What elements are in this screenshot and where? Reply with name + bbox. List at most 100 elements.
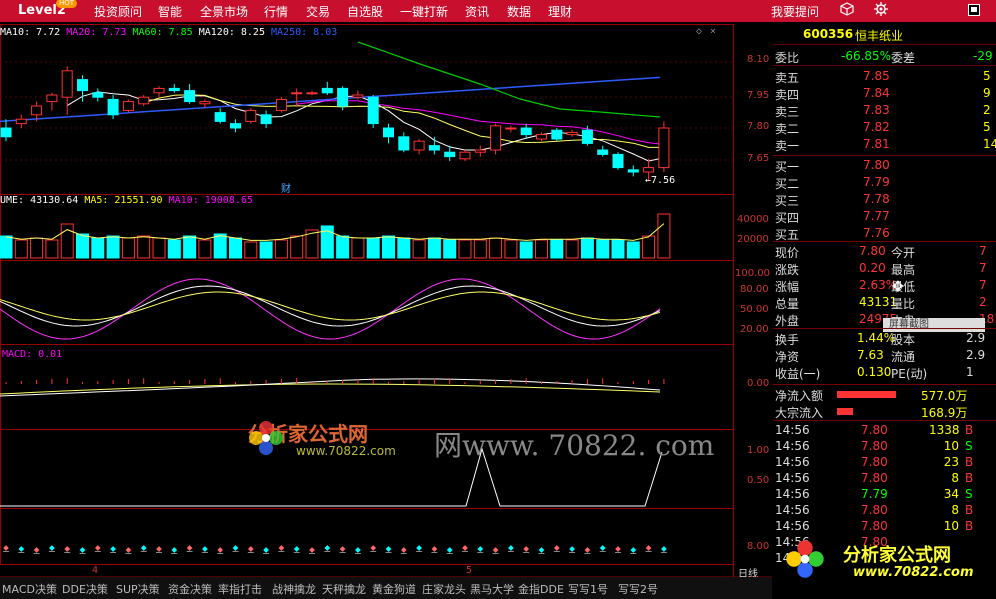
menu-item[interactable]: 智能	[158, 3, 182, 20]
candle-body	[291, 92, 303, 95]
fund-value: 1	[966, 365, 974, 379]
stat-label: 涨幅	[775, 280, 800, 294]
indicator-tab[interactable]: MACD决策	[2, 581, 57, 597]
indicator-tab[interactable]: 战神擒龙	[272, 581, 316, 597]
candle-body	[46, 94, 58, 103]
tick-row: 14:56 7.80 10 B	[773, 518, 996, 535]
kdj-tick: 100.00	[735, 268, 770, 279]
axis-month-label: 4	[92, 565, 99, 576]
signal-dot	[339, 546, 346, 552]
indicator-tab[interactable]: 天秤擒龙	[322, 581, 366, 597]
window-control-icon[interactable]	[968, 4, 980, 19]
candle-body	[321, 87, 333, 94]
volume-bar	[565, 239, 579, 259]
indicator-tab[interactable]: SUP决策	[116, 581, 160, 597]
signal-dash	[309, 553, 315, 554]
volume-bar	[183, 235, 197, 259]
candle-body	[153, 87, 165, 94]
menu-item[interactable]: 交易	[306, 3, 330, 20]
signal-dash	[569, 552, 576, 553]
indicator-tab[interactable]: 资金决策	[168, 581, 212, 597]
volume-bar	[91, 237, 105, 259]
signal-dot	[645, 545, 652, 551]
signal-dash	[584, 553, 591, 554]
menu-item[interactable]: 全景市场	[200, 3, 248, 20]
signal-dash	[431, 552, 438, 553]
cai-marker[interactable]: 财	[281, 180, 291, 195]
flow-value: 577.0万	[921, 389, 968, 403]
signal-dash	[293, 552, 300, 553]
signal-dot	[508, 545, 514, 551]
macd-dea-line	[0, 383, 661, 395]
signal-dash	[538, 553, 545, 554]
bid-row: 买二 7.79	[773, 174, 996, 191]
candle-body	[15, 118, 27, 125]
fund-label: 换手	[775, 333, 800, 347]
indicator-tab[interactable]: 庄家龙头	[422, 581, 466, 597]
candle-body	[551, 129, 563, 140]
menu-item[interactable]: 数据	[507, 3, 531, 20]
chart-area[interactable]: MA10: 7.72 MA20: 7.73 MA60: 7.85 MA120: …	[0, 24, 772, 589]
volume-bar	[290, 235, 304, 259]
signal-dash	[33, 553, 40, 554]
macd-legend: MACD: 0.01	[2, 349, 63, 360]
kdj-d-line	[0, 291, 661, 321]
kdj-j-line	[0, 278, 661, 340]
bid-label: 买一	[775, 160, 800, 174]
stat-row: 总量 43131 量比 2	[773, 294, 996, 311]
bid-label: 买三	[775, 194, 800, 208]
indicator-tab[interactable]: 金指DDE	[518, 581, 564, 597]
volume-bar	[611, 239, 625, 259]
price-tick: 7.65	[747, 153, 770, 164]
volume-tick: 40000	[737, 214, 769, 225]
ask-row: 卖二 7.82 5	[773, 119, 996, 136]
signal-dash	[370, 551, 377, 552]
candle-body	[474, 149, 486, 153]
ask-question-link[interactable]: 我要提问	[771, 3, 819, 20]
volume-bar	[535, 239, 548, 259]
indicator-tab[interactable]: 写写1号	[568, 581, 608, 597]
diamond-icon[interactable]: ◇	[696, 26, 702, 37]
tick-row: 14:56 7.80 10 S	[773, 438, 996, 455]
menu-item[interactable]: 行情	[264, 3, 288, 20]
indicator-tab[interactable]: 黑马大学	[470, 581, 514, 597]
signal-dash	[232, 551, 239, 552]
divider	[773, 328, 996, 329]
ask-label: 卖三	[775, 105, 800, 119]
close-icon[interactable]: ×	[710, 26, 716, 37]
ask-price: 7.82	[863, 120, 890, 134]
gear-icon[interactable]	[874, 2, 888, 19]
indicator-tab[interactable]: 率指打击	[218, 581, 262, 597]
menu-item[interactable]: 资讯	[465, 3, 489, 20]
tick-time: 14:56	[775, 423, 810, 437]
menu-item[interactable]: 一键打新	[400, 3, 448, 20]
fund-label: 净资	[775, 350, 800, 364]
volume-bar	[642, 235, 656, 259]
tick-time: 14:56	[775, 439, 810, 453]
menu-item[interactable]: 投资顾问	[94, 3, 142, 20]
menu-item[interactable]: 自选股	[347, 3, 383, 20]
indicator-tab[interactable]: 写写2号	[618, 581, 658, 597]
candle-body	[398, 136, 410, 151]
stat-row: 涨幅 2.63% 最低 7	[773, 277, 996, 294]
candle-body	[61, 70, 73, 98]
ask-label: 卖一	[775, 139, 800, 153]
stat-value: 0.20	[859, 261, 886, 275]
menu-item[interactable]: 理财	[548, 3, 572, 20]
axis-month-label: 5	[466, 565, 473, 576]
weibi-value: -66.85%	[841, 49, 892, 63]
signal-dot	[3, 545, 9, 551]
signal-dot	[523, 546, 530, 552]
signal-dot	[309, 547, 315, 553]
indicator-tabs: MACD决策 DDE决策 SUP决策 资金决策 率指打击 战神擒龙 天秤擒龙 黄金狗道 庄家龙头…	[0, 577, 772, 599]
kline-chart[interactable]	[0, 24, 772, 589]
macd-diff-line	[0, 378, 661, 397]
cube-icon[interactable]	[840, 2, 854, 19]
indicator-tab[interactable]: 黄金狗道	[372, 581, 416, 597]
bid-price: 7.80	[863, 158, 890, 172]
flow-label: 大宗流入	[775, 406, 824, 420]
tick-volume: 34	[943, 487, 959, 501]
flower-logo-icon	[783, 537, 827, 584]
indicator-tab[interactable]: DDE决策	[62, 581, 108, 597]
volume-bar	[458, 239, 472, 259]
